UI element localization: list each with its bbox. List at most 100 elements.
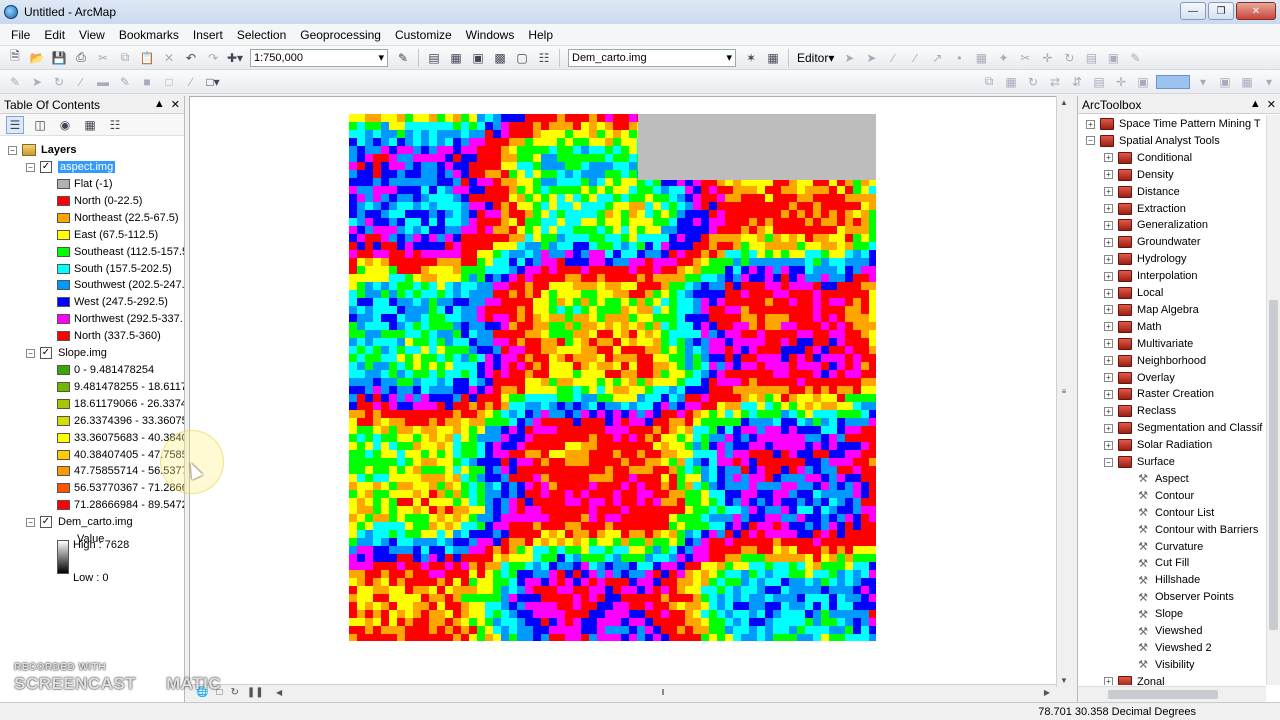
legend-swatch[interactable] [57, 246, 70, 257]
delete-icon[interactable]: ✕ [160, 49, 178, 67]
refresh-icon[interactable]: ↻ [231, 687, 239, 698]
add-data-icon[interactable]: ✚▾ [226, 49, 244, 67]
legend-swatch[interactable] [57, 466, 70, 477]
collapse-icon[interactable]: − [26, 162, 35, 172]
create-features-icon[interactable]: ✎ [1126, 49, 1144, 67]
layers-root[interactable]: − Layers [8, 142, 76, 158]
expand-icon[interactable]: + [1086, 119, 1095, 129]
text-icon[interactable]: ▬ [94, 73, 112, 91]
legend-swatch[interactable] [57, 263, 70, 274]
view-link-icon[interactable]: ▣ [1134, 73, 1152, 91]
straight-segment-icon[interactable]: ∕ [884, 49, 902, 67]
scroll-right-icon[interactable]: ▶ [1044, 688, 1050, 697]
line-color-icon[interactable]: ∕ [182, 73, 200, 91]
fill-color-icon[interactable]: ■ [138, 73, 156, 91]
layer-combo-icon[interactable] [1156, 74, 1190, 89]
rotate-element-icon[interactable]: ↻ [50, 73, 68, 91]
legend-swatch[interactable] [57, 331, 70, 342]
catalog-icon[interactable]: ▦ [447, 49, 465, 67]
sketch-properties-icon[interactable]: ▣ [1104, 49, 1122, 67]
undo-icon[interactable]: ↶ [182, 49, 200, 67]
chevron-down-icon[interactable]: ▾ [1194, 73, 1212, 91]
tool-item[interactable]: ⚒ Slope [1136, 606, 1183, 622]
expand-icon[interactable]: + [1104, 406, 1113, 416]
expand-icon[interactable]: + [1104, 170, 1113, 180]
shift-icon[interactable]: ⇄ [1046, 73, 1064, 91]
scroll-up-icon[interactable]: ▲ [1060, 98, 1068, 107]
expand-icon[interactable]: + [1104, 339, 1113, 349]
scroll-down-icon[interactable]: ▼ [1060, 676, 1068, 685]
map-display[interactable] [189, 96, 1071, 687]
edit-tool-icon[interactable]: ➤ [840, 49, 858, 67]
toolset-item[interactable]: + Overlay [1104, 370, 1175, 386]
layer-dropdown[interactable]: Dem_carto.img ▾ [568, 48, 736, 67]
toolset-item[interactable]: + Extraction [1104, 201, 1186, 217]
layer-name[interactable]: aspect.img [58, 161, 116, 173]
expand-icon[interactable]: + [1104, 373, 1113, 382]
expand-icon[interactable]: + [1104, 305, 1113, 315]
scroll-thumb-icon[interactable]: ‖ [661, 688, 664, 697]
toolset-item[interactable]: + Reclass [1104, 403, 1176, 419]
table-of-contents-icon[interactable]: ▤ [425, 49, 443, 67]
collapse-icon[interactable]: − [1104, 457, 1113, 467]
expand-icon[interactable]: + [1104, 389, 1113, 399]
expand-icon[interactable]: + [1104, 356, 1113, 366]
legend-swatch[interactable] [57, 297, 70, 308]
add-control-points-icon[interactable]: ✛ [1112, 73, 1130, 91]
layer-slope[interactable]: − ✓ Slope.img [26, 345, 107, 361]
toolset-item[interactable]: + Neighborhood [1104, 353, 1206, 369]
list-by-drawing-order-icon[interactable]: ☰ [6, 115, 24, 134]
close-icon[interactable]: ✕ [1267, 98, 1276, 111]
toolset-item[interactable]: + Generalization [1104, 217, 1208, 233]
legend-swatch[interactable] [57, 229, 70, 240]
cut-icon[interactable]: ✂ [94, 49, 112, 67]
collapse-icon[interactable]: − [26, 517, 35, 527]
legend-swatch[interactable] [57, 500, 70, 511]
tool-item[interactable]: ⚒ Visibility [1136, 657, 1194, 673]
toolset-item[interactable]: + Raster Creation [1104, 386, 1214, 402]
toolbox-item[interactable]: + Space Time Pattern Mining T [1086, 116, 1261, 132]
legend-swatch[interactable] [57, 195, 70, 206]
pin-icon[interactable]: ▲ [154, 98, 165, 111]
tool-item[interactable]: ⚒ Viewshed 2 [1136, 640, 1212, 656]
list-by-visibility-icon[interactable]: ◉ [56, 116, 74, 134]
tool-item[interactable]: ⚒ Cut Fill [1136, 555, 1189, 571]
toolbox-item[interactable]: − Spatial Analyst Tools [1086, 133, 1220, 149]
menu-geoprocessing[interactable]: Geoprocessing [293, 25, 388, 45]
tool-item[interactable]: ⚒ Viewshed [1136, 623, 1202, 639]
reshape-icon[interactable]: ✦ [994, 49, 1012, 67]
expand-icon[interactable]: + [1104, 423, 1113, 433]
legend-swatch[interactable] [57, 280, 70, 291]
tool-item[interactable]: ⚒ Observer Points [1136, 589, 1234, 605]
expand-icon[interactable]: + [1104, 440, 1113, 450]
map-vertical-scrollbar[interactable]: ▲ ≡ ▼ [1056, 96, 1071, 687]
legend-swatch[interactable] [57, 212, 70, 223]
zoom-in-fixed-icon[interactable]: ▦ [1238, 73, 1256, 91]
histogram-icon[interactable]: ▦ [764, 49, 782, 67]
model-builder-icon[interactable]: ☷ [535, 49, 553, 67]
edit-annotation-icon[interactable]: ➤ [862, 49, 880, 67]
scroll-thumb[interactable] [1108, 690, 1218, 699]
python-icon[interactable]: ▢ [513, 49, 531, 67]
rotate-map-icon[interactable]: ↻ [1024, 73, 1042, 91]
georeference-icon[interactable]: ⧉ [980, 73, 998, 91]
pin-icon[interactable]: ▲ [1250, 98, 1261, 111]
expand-icon[interactable]: + [1104, 254, 1113, 264]
point-icon[interactable]: • [950, 49, 968, 67]
toolset-item[interactable]: + Math [1104, 319, 1161, 335]
scroll-thumb-icon[interactable]: ≡ [1062, 387, 1067, 396]
tool-item[interactable]: ⚒ Contour List [1136, 505, 1214, 521]
tool-item[interactable]: ⚒ Hillshade [1136, 572, 1200, 588]
scale-dropdown[interactable]: 1:750,000 ▾ [250, 48, 388, 67]
redo-icon[interactable]: ↷ [204, 49, 222, 67]
aspect-raster-map[interactable] [349, 114, 876, 641]
toolset-item[interactable]: + Segmentation and Classif [1104, 420, 1262, 436]
toolset-item[interactable]: + Solar Radiation [1104, 437, 1212, 453]
menu-insert[interactable]: Insert [186, 25, 230, 45]
layer-name[interactable]: Dem_carto.img [58, 516, 133, 528]
tool-item[interactable]: ⚒ Aspect [1136, 471, 1189, 487]
tool-item[interactable]: ⚒ Contour [1136, 488, 1194, 504]
close-button[interactable]: ✕ [1236, 2, 1276, 20]
legend-swatch[interactable] [57, 449, 70, 460]
collapse-icon[interactable]: − [26, 348, 35, 358]
